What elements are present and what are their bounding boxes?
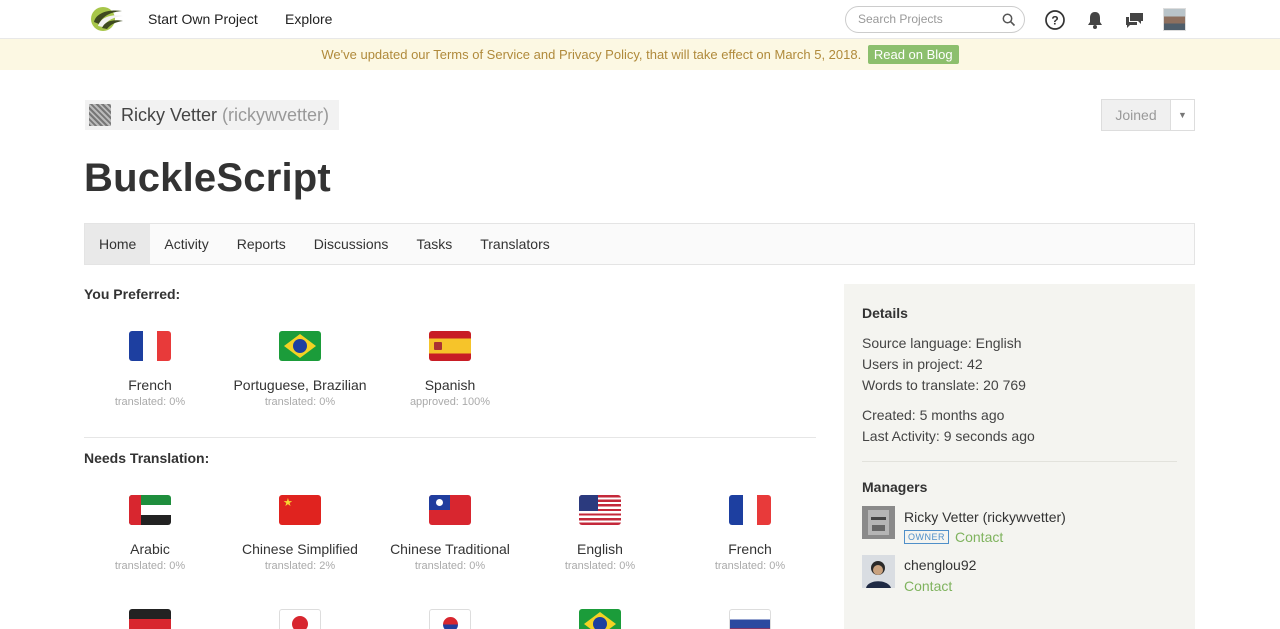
- language-progress: translated: 0%: [114, 396, 186, 408]
- flag-icon: [129, 331, 171, 361]
- help-icon[interactable]: ?: [1044, 9, 1066, 31]
- flag-icon: [279, 495, 321, 525]
- bell-icon[interactable]: [1084, 9, 1106, 31]
- flag-icon: [429, 331, 471, 361]
- tab-translators[interactable]: Translators: [466, 224, 564, 264]
- manager-actions: Contact: [904, 578, 952, 594]
- language-card[interactable]: [375, 609, 525, 629]
- language-progress: translated: 2%: [264, 560, 336, 572]
- messages-icon[interactable]: [1123, 9, 1145, 31]
- preferred-heading: You Preferred:: [84, 286, 181, 302]
- banner-text: We've updated our Terms of Service and P…: [321, 47, 862, 62]
- language-name: Arabic: [130, 541, 170, 557]
- top-navbar: Start Own Project Explore ?: [0, 0, 1280, 39]
- created-date: Created: 5 months ago: [862, 407, 1005, 423]
- manager-avatar[interactable]: [862, 555, 895, 588]
- search-input[interactable]: [858, 12, 998, 26]
- language-name: English: [577, 541, 623, 557]
- language-name: Spanish: [424, 377, 476, 393]
- language-card[interactable]: Arabic translated: 0%: [75, 495, 225, 572]
- details-panel: Details Source language: English Users i…: [844, 284, 1195, 629]
- managers-heading: Managers: [862, 479, 928, 495]
- details-heading: Details: [862, 305, 908, 321]
- language-name: French: [128, 377, 172, 393]
- project-tabs: Home Activity Reports Discussions Tasks …: [84, 223, 1195, 265]
- needs-translation-heading: Needs Translation:: [84, 450, 210, 466]
- flag-icon: [129, 495, 171, 525]
- language-card[interactable]: Chinese Traditional translated: 0%: [375, 495, 525, 572]
- tab-tasks[interactable]: Tasks: [402, 224, 466, 264]
- flag-icon: [429, 609, 471, 629]
- language-card[interactable]: [525, 609, 675, 629]
- flag-icon: [279, 609, 321, 629]
- language-card[interactable]: Portuguese, Brazilian translated: 0%: [225, 331, 375, 408]
- flag-icon: [729, 495, 771, 525]
- svg-text:?: ?: [1051, 14, 1058, 28]
- language-name: Chinese Simplified: [242, 541, 358, 557]
- project-title: BuckleScript: [84, 156, 331, 200]
- language-progress: translated: 0%: [564, 560, 636, 572]
- joined-button[interactable]: Joined: [1102, 100, 1171, 130]
- contact-link[interactable]: Contact: [955, 529, 1003, 545]
- nav-start-own-project[interactable]: Start Own Project: [148, 11, 258, 27]
- source-language: Source language: English: [862, 335, 1022, 351]
- language-card[interactable]: [75, 609, 225, 629]
- search-icon[interactable]: [1002, 13, 1016, 27]
- tab-discussions[interactable]: Discussions: [300, 224, 403, 264]
- language-card[interactable]: French translated: 0%: [75, 331, 225, 408]
- chevron-down-icon[interactable]: ▼: [1171, 100, 1194, 130]
- manager-name[interactable]: chenglou92: [904, 557, 976, 573]
- manager-actions: OWNER Contact: [904, 529, 1003, 545]
- language-name: Portuguese, Brazilian: [233, 377, 367, 393]
- crowdin-logo-icon[interactable]: [86, 5, 124, 33]
- tab-activity[interactable]: Activity: [150, 224, 222, 264]
- section-divider: [84, 437, 816, 438]
- last-activity: Last Activity: 9 seconds ago: [862, 428, 1035, 444]
- owner-name: Ricky Vetter: [121, 104, 218, 125]
- flag-icon: [579, 609, 621, 629]
- joined-dropdown: Joined ▼: [1101, 99, 1195, 131]
- language-name: French: [728, 541, 772, 557]
- project-owner[interactable]: Ricky Vetter (rickywvetter): [85, 100, 340, 130]
- language-card[interactable]: [675, 609, 825, 629]
- language-progress: translated: 0%: [414, 560, 486, 572]
- flag-icon: [729, 609, 771, 629]
- owner-handle: (rickywvetter): [222, 104, 330, 125]
- details-divider: [862, 461, 1177, 462]
- read-on-blog-button[interactable]: Read on Blog: [867, 45, 959, 64]
- contact-link[interactable]: Contact: [904, 578, 952, 594]
- words-to-translate: Words to translate: 20 769: [862, 377, 1026, 393]
- language-progress: translated: 0%: [264, 396, 336, 408]
- manager-avatar[interactable]: [862, 506, 895, 539]
- search-box: [845, 6, 1025, 33]
- tab-reports[interactable]: Reports: [223, 224, 300, 264]
- flag-icon: [129, 609, 171, 629]
- manager-name[interactable]: Ricky Vetter (rickywvetter): [904, 509, 1066, 525]
- language-progress: translated: 0%: [714, 560, 786, 572]
- language-card[interactable]: [225, 609, 375, 629]
- user-avatar[interactable]: [1163, 8, 1186, 31]
- tab-home[interactable]: Home: [85, 224, 151, 264]
- users-in-project: Users in project: 42: [862, 356, 983, 372]
- language-card[interactable]: French translated: 0%: [675, 495, 825, 572]
- language-progress: approved: 100%: [409, 396, 491, 408]
- flag-icon: [579, 495, 621, 525]
- nav-explore[interactable]: Explore: [285, 11, 332, 27]
- flag-icon: [279, 331, 321, 361]
- flag-icon: [429, 495, 471, 525]
- language-card[interactable]: English translated: 0%: [525, 495, 675, 572]
- language-progress: translated: 0%: [114, 560, 186, 572]
- owner-avatar: [89, 104, 111, 126]
- language-card[interactable]: Chinese Simplified translated: 2%: [225, 495, 375, 572]
- language-name: Chinese Traditional: [390, 541, 510, 557]
- terms-banner: We've updated our Terms of Service and P…: [0, 39, 1280, 70]
- language-card[interactable]: Spanish approved: 100%: [375, 331, 525, 408]
- owner-badge: OWNER: [904, 530, 949, 544]
